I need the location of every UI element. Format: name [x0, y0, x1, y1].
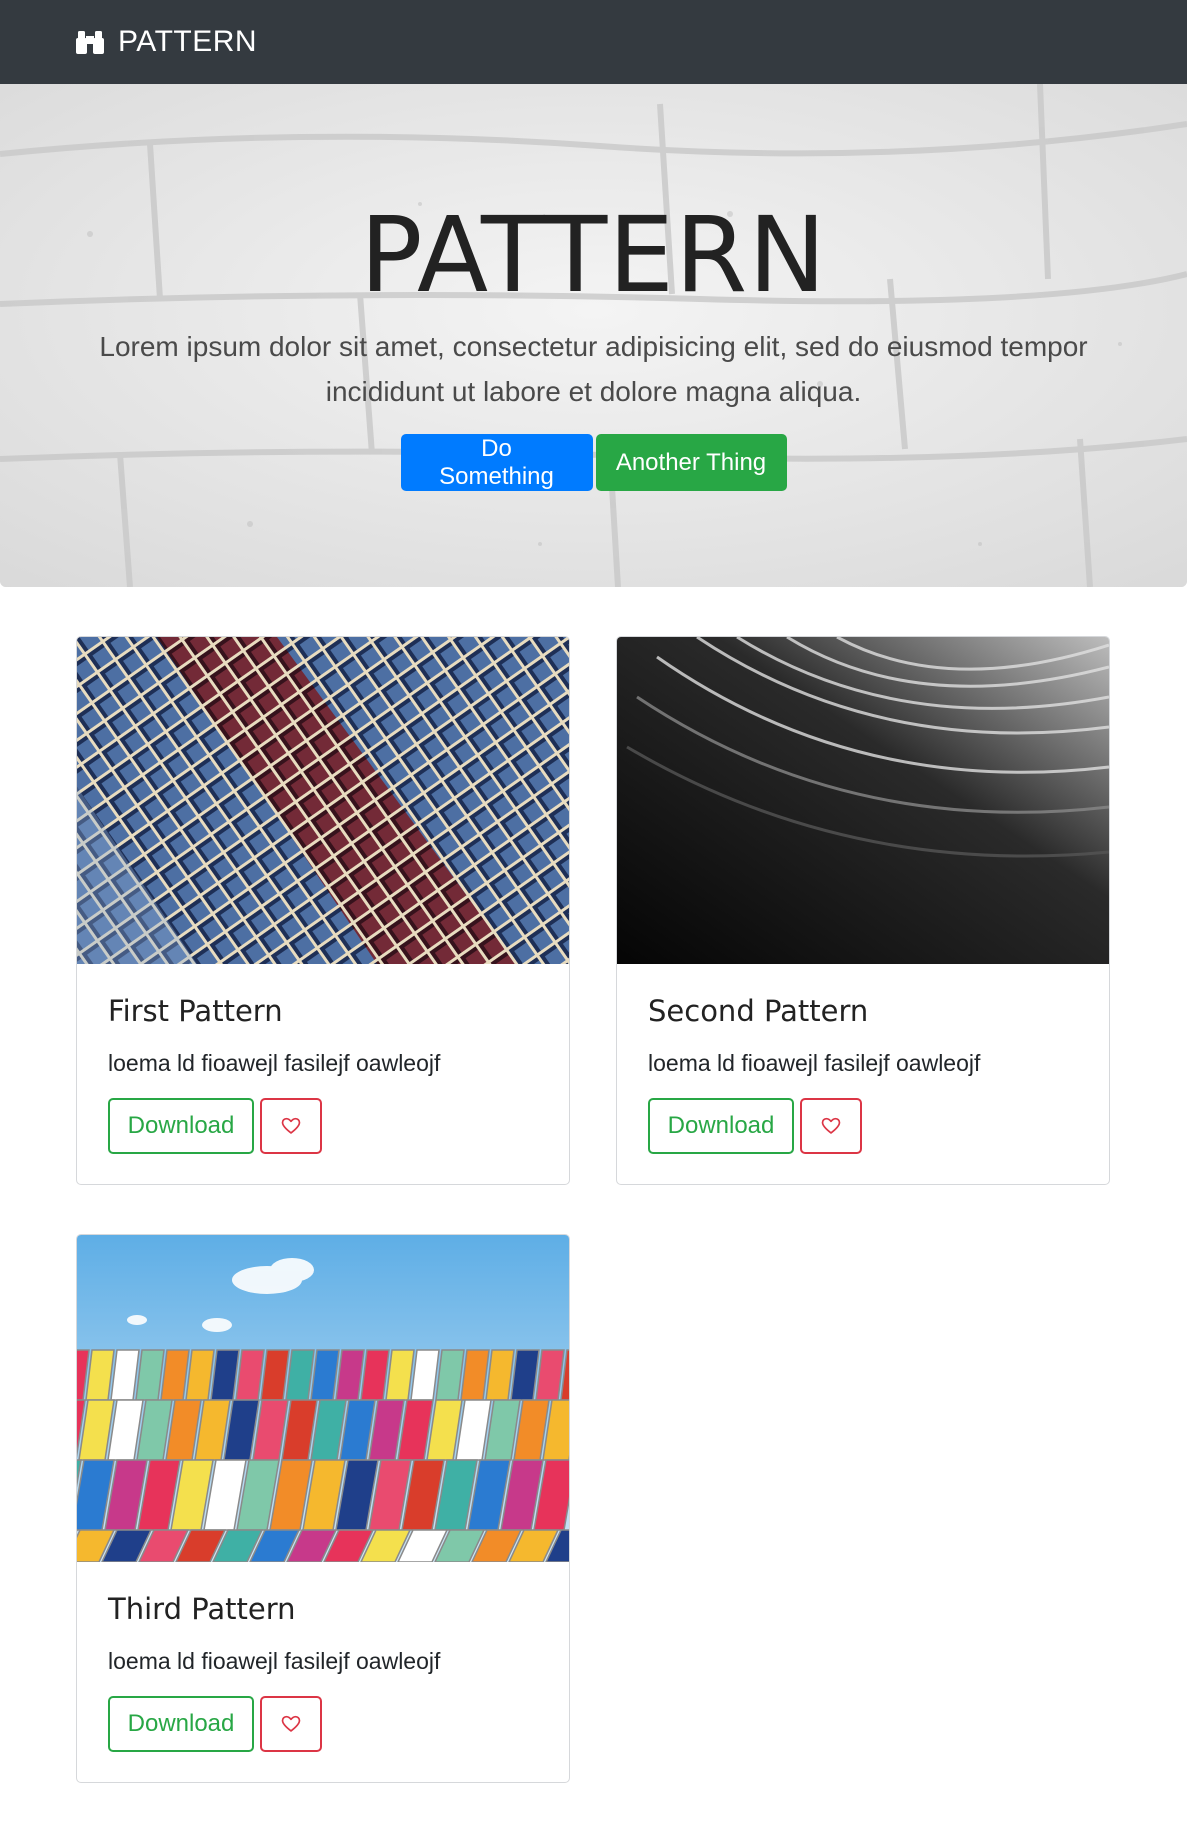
another-thing-button[interactable]: Another Thing: [595, 434, 787, 491]
card-body: First Pattern loema ld fioawejl fasilejf…: [77, 964, 569, 1184]
card-title: Second Pattern: [648, 994, 869, 1028]
card-text: loema ld fioawejl fasilejf oawleojf: [108, 1050, 441, 1076]
card-actions: Download: [648, 1098, 1079, 1154]
card-body: Third Pattern loema ld fioawejl fasilejf…: [77, 1562, 569, 1782]
card-third-pattern: Third Pattern loema ld fioawejl fasilejf…: [76, 1234, 570, 1783]
hero-jumbotron: PATTERN Lorem ipsum dolor sit amet, cons…: [0, 84, 1187, 587]
card-second-pattern: Second Pattern loema ld fioawejl fasilej…: [616, 636, 1110, 1185]
card-title: Third Pattern: [108, 1592, 296, 1626]
card-image-colorful-panels: [77, 1235, 569, 1562]
navbar: PATTERN: [0, 0, 1187, 84]
download-button[interactable]: Download: [108, 1696, 254, 1752]
brand-name: PATTERN: [118, 25, 258, 58]
card-actions: Download: [108, 1098, 539, 1154]
like-button[interactable]: [260, 1098, 322, 1154]
like-button[interactable]: [800, 1098, 862, 1154]
card-first-pattern: First Pattern loema ld fioawejl fasilejf…: [76, 636, 570, 1185]
card-text: loema ld fioawejl fasilejf oawleojf: [108, 1648, 441, 1674]
like-button[interactable]: [260, 1696, 322, 1752]
hero-buttons: Do Something Another Thing: [0, 434, 1187, 491]
binoculars-icon: [76, 31, 104, 54]
card-actions: Download: [108, 1696, 539, 1752]
hero-lead: Lorem ipsum dolor sit amet, consectetur …: [99, 331, 1088, 407]
card-image-facade: [77, 637, 569, 964]
card-image-architecture: [617, 637, 1109, 964]
brand-link[interactable]: PATTERN: [74, 24, 257, 60]
hero-title: PATTERN: [359, 194, 828, 316]
do-something-button[interactable]: Do Something: [400, 434, 593, 491]
card-title: First Pattern: [108, 994, 283, 1028]
heart-icon: [281, 1117, 301, 1134]
card-body: Second Pattern loema ld fioawejl fasilej…: [617, 964, 1109, 1184]
heart-icon: [281, 1715, 301, 1732]
card-text: loema ld fioawejl fasilejf oawleojf: [648, 1050, 981, 1076]
heart-icon: [821, 1117, 841, 1134]
download-button[interactable]: Download: [108, 1098, 254, 1154]
download-button[interactable]: Download: [648, 1098, 794, 1154]
